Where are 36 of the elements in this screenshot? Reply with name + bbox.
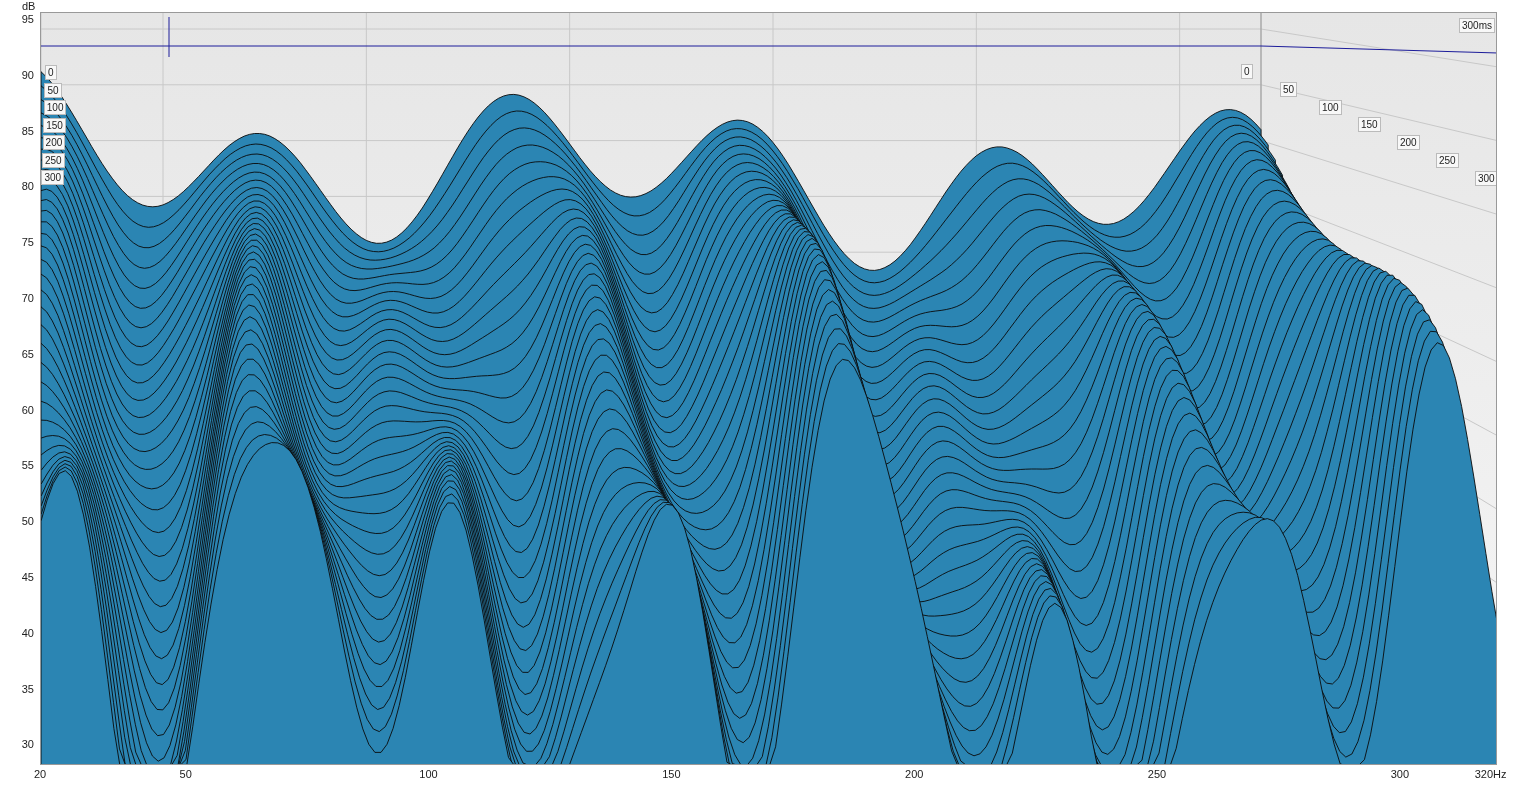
x-tick-label: 320Hz	[1474, 768, 1507, 780]
time-label: 100	[43, 100, 67, 115]
time-label: 50	[44, 82, 62, 98]
time-label: 150	[1358, 117, 1381, 133]
time-label: 200	[42, 135, 66, 150]
x-tick-label: 20	[33, 768, 47, 780]
x-tick-label: 150	[662, 768, 681, 780]
y-tick-label: 35	[21, 682, 34, 695]
x-tick-label: 300	[1390, 768, 1410, 780]
y-tick-label: 45	[21, 571, 34, 583]
time-label: 300	[1475, 170, 1496, 186]
time-label: 0	[45, 65, 57, 80]
y-tick-label: 95	[21, 13, 34, 25]
y-tick-label: 55	[21, 459, 34, 472]
x-tick-label: 200	[905, 768, 924, 780]
time-label: 250	[1436, 153, 1459, 168]
y-tick-label: 30	[21, 738, 34, 751]
time-label: 50	[1280, 81, 1298, 97]
time-label: 300	[41, 170, 65, 185]
y-tick-label: 70	[21, 292, 34, 304]
y-tick-label: 75	[21, 236, 34, 249]
time-label: 0	[1241, 64, 1253, 79]
x-tick-label: 50	[179, 768, 192, 780]
y-tick-label: 90	[21, 68, 34, 81]
y-tick-label: 50	[21, 515, 34, 528]
x-tick-label: 100	[419, 768, 438, 780]
y-tick-label: 40	[21, 626, 34, 639]
y-axis-unit: dB	[22, 0, 36, 12]
y-tick-label: 65	[21, 347, 34, 360]
time-end-label: 300ms	[1459, 18, 1495, 33]
y-tick-label: 85	[21, 124, 34, 137]
y-tick-label: 80	[21, 180, 34, 193]
x-tick-label: 250	[1147, 768, 1167, 780]
time-label: 100	[1319, 99, 1342, 115]
y-tick-label: 60	[21, 403, 34, 416]
time-label: 200	[1397, 135, 1420, 151]
